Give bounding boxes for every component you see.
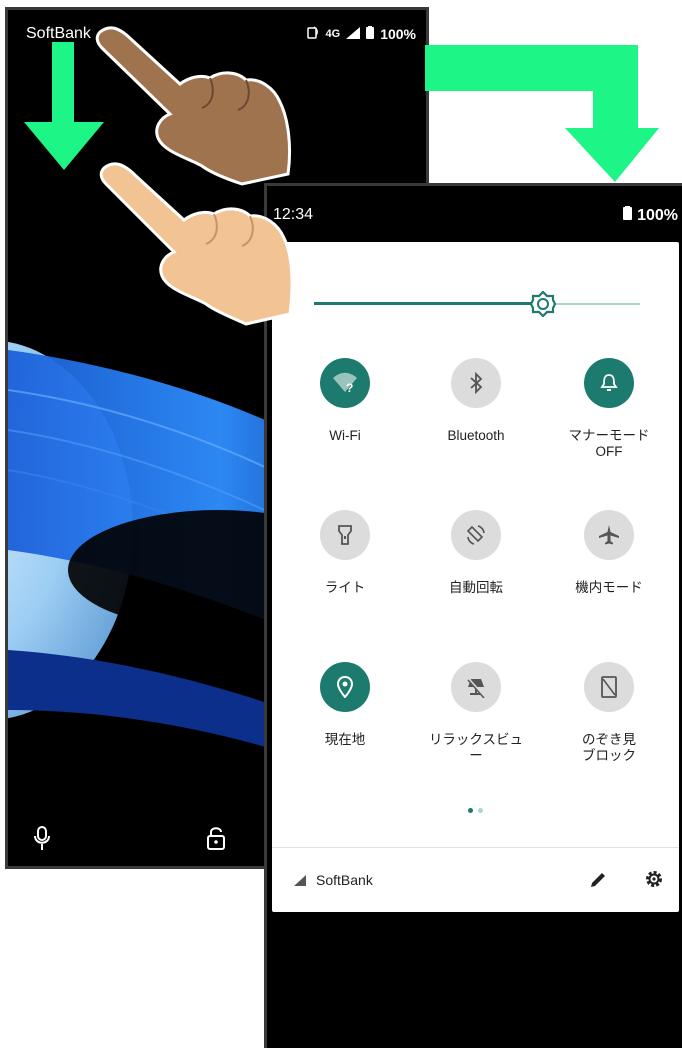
tile-label: 機内モード: [575, 580, 643, 595]
battery-status: 100%: [623, 206, 678, 225]
tile-label: Wi-Fi: [329, 428, 361, 443]
tile-wifi[interactable]: ? Wi-Fi: [280, 358, 410, 444]
tile-auto-rotate[interactable]: 自動回転: [411, 510, 541, 596]
tile-location[interactable]: 現在地: [280, 662, 410, 748]
airplane-icon: [584, 510, 634, 560]
battery-percent: 100%: [637, 206, 678, 224]
brightness-slider-track[interactable]: [544, 303, 640, 305]
status-bar: 4G 100%: [306, 25, 416, 42]
tile-airplane-mode[interactable]: 機内モード: [544, 510, 674, 596]
bell-icon: [584, 358, 634, 408]
hand-light-icon: [99, 162, 294, 326]
carrier-label: SoftBank: [26, 25, 91, 42]
tile-manner-mode[interactable]: マナーモード OFF: [544, 358, 674, 460]
edit-icon[interactable]: [588, 870, 608, 895]
footer-carrier[interactable]: SoftBank: [294, 872, 373, 888]
brightness-icon: [529, 290, 557, 318]
tile-bluetooth[interactable]: Bluetooth: [411, 358, 541, 444]
signal-icon: [294, 874, 306, 886]
page-dot: [478, 808, 483, 813]
relax-view-icon: [451, 662, 501, 712]
quick-settings-panel: ? Wi-Fi Bluetooth マナーモード OFF ライト 自動回転 機内…: [272, 242, 679, 912]
page-dot-active: [468, 808, 473, 813]
location-icon: [320, 662, 370, 712]
signal-icon: [346, 26, 361, 42]
microphone-icon[interactable]: [32, 825, 52, 856]
tile-relax-view[interactable]: リラックスビュー: [411, 662, 541, 764]
brightness-slider-thumb[interactable]: [529, 290, 557, 318]
quick-settings-screen: 12:34 100% ? Wi-Fi Bluetooth マナーモード OFF …: [264, 183, 682, 1048]
tile-flashlight[interactable]: ライト: [280, 510, 410, 596]
peep-block-icon: [584, 662, 634, 712]
network-type: 4G: [325, 27, 341, 40]
tile-peep-block[interactable]: のぞき見 ブロック: [544, 662, 674, 764]
battery-percent: 100%: [380, 25, 416, 42]
transition-arrow: [425, 45, 659, 182]
tile-label: リラックスビュー: [428, 732, 524, 763]
tile-label: 自動回転: [449, 580, 503, 595]
tile-label: ライト: [324, 580, 366, 595]
battery-icon: [623, 206, 633, 225]
tile-label: のぞき見 ブロック: [582, 732, 636, 763]
brightness-slider-fill[interactable]: [314, 302, 544, 305]
auto-rotate-icon: [451, 510, 501, 560]
tile-label: Bluetooth: [447, 428, 505, 443]
flashlight-icon: [320, 510, 370, 560]
unlock-icon[interactable]: [206, 825, 226, 856]
tile-label: マナーモード OFF: [568, 428, 650, 459]
bluetooth-icon: [451, 358, 501, 408]
carrier-label: SoftBank: [316, 872, 373, 888]
tile-label: 現在地: [324, 732, 366, 747]
gear-icon[interactable]: [644, 869, 664, 894]
wifi-icon: ?: [320, 358, 370, 408]
divider: [272, 847, 679, 848]
svg-text:?: ?: [346, 381, 353, 394]
page-indicator: [468, 808, 483, 813]
battery-icon: [366, 25, 375, 42]
nfc-icon: [306, 25, 320, 42]
